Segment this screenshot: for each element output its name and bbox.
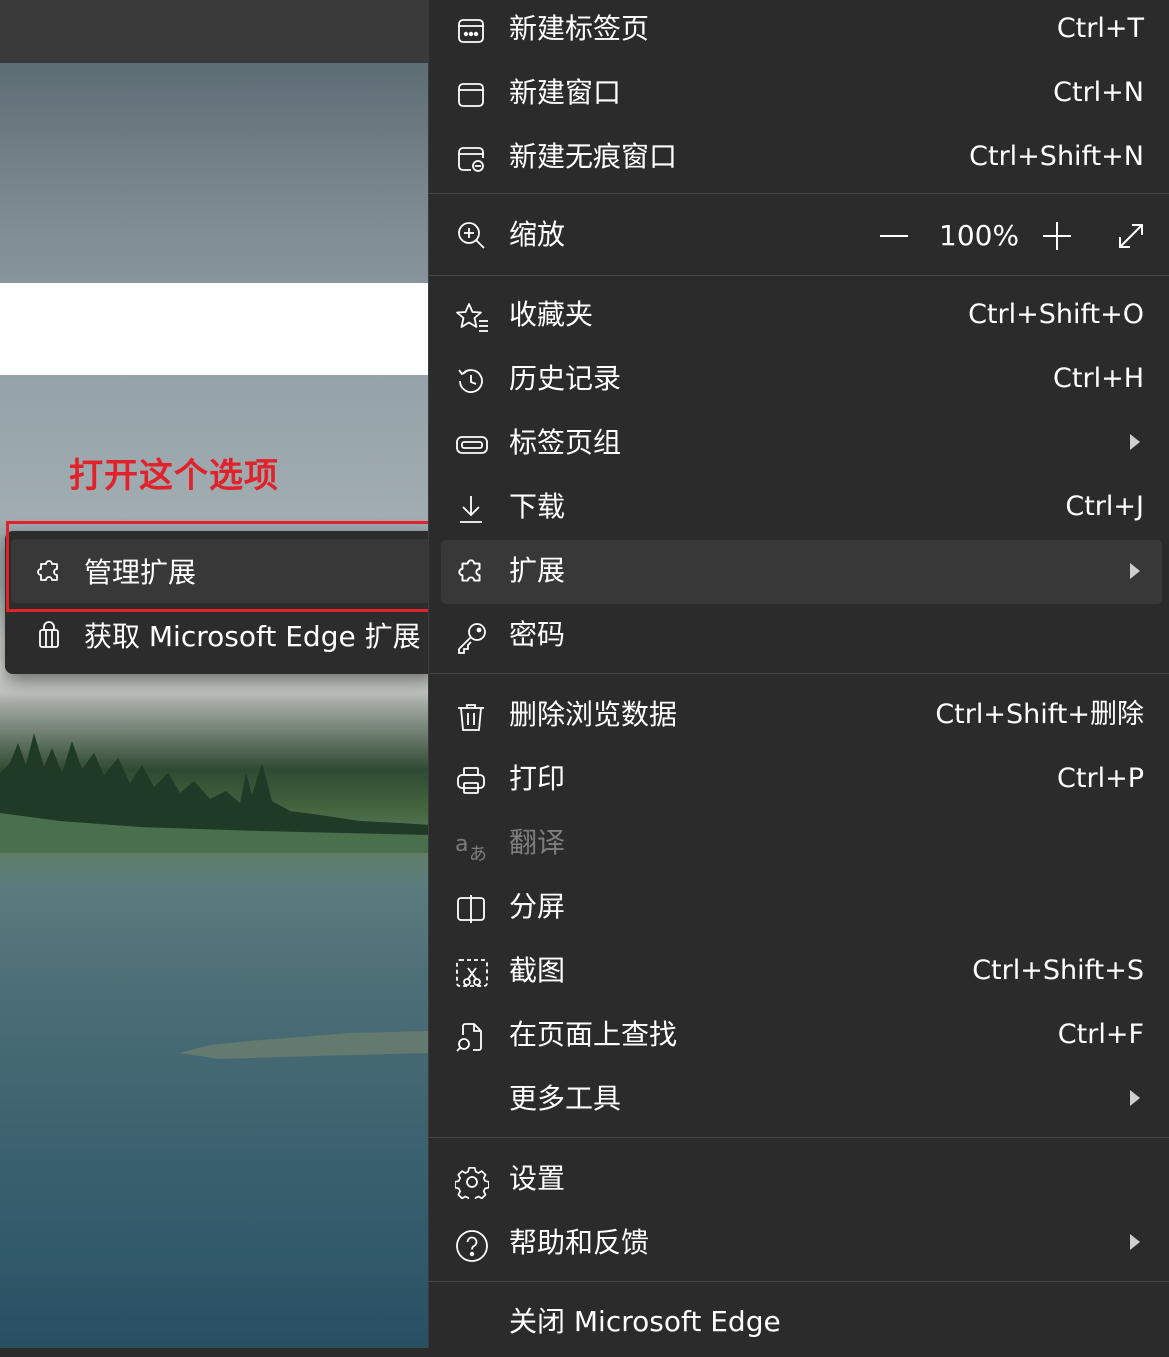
translate-label: 翻译	[509, 826, 566, 859]
puzzle-icon	[455, 555, 489, 589]
history-label: 历史记录	[509, 362, 622, 395]
browser-titlebar	[0, 0, 430, 63]
reed-island	[180, 1031, 430, 1059]
settings-label: 设置	[509, 1162, 566, 1195]
zoom-value: 100%	[939, 219, 1020, 252]
history-shortcut: Ctrl+H	[1053, 363, 1144, 394]
find-on-page-icon	[455, 1021, 489, 1055]
split-screen-label: 分屏	[509, 890, 566, 923]
menu-item-history[interactable]: 历史记录 Ctrl+H	[429, 350, 1169, 414]
get-extensions-label: 获取 Microsoft Edge 扩展	[84, 620, 421, 653]
help-label: 帮助和反馈	[509, 1226, 650, 1259]
screenshot-shortcut: Ctrl+Shift+S	[972, 955, 1144, 986]
new-inprivate-shortcut: Ctrl+Shift+N	[969, 141, 1144, 172]
gear-icon	[455, 1165, 489, 1199]
zoom-label: 缩放	[509, 218, 566, 251]
downloads-shortcut: Ctrl+J	[1065, 491, 1144, 522]
menu-item-favorites[interactable]: 收藏夹 Ctrl+Shift+O	[429, 286, 1169, 350]
print-shortcut: Ctrl+P	[1057, 763, 1144, 794]
tab-groups-icon	[455, 429, 489, 463]
menu-separator	[429, 1281, 1169, 1282]
menu-item-new-inprivate[interactable]: 新建无痕窗口 Ctrl+Shift+N	[429, 128, 1169, 192]
extensions-label: 扩展	[509, 554, 566, 587]
new-tab-label: 新建标签页	[509, 12, 650, 45]
menu-item-extensions[interactable]: 扩展	[429, 540, 1169, 604]
menu-item-close-edge[interactable]: 关闭 Microsoft Edge	[429, 1293, 1169, 1357]
menu-item-zoom: 缩放 100%	[429, 204, 1169, 268]
chevron-right-icon	[1130, 1234, 1140, 1250]
svg-text:a: a	[455, 832, 468, 857]
tree-line	[0, 733, 430, 853]
new-window-label: 新建窗口	[509, 76, 622, 109]
history-icon	[455, 365, 489, 399]
clear-data-shortcut: Ctrl+Shift+删除	[935, 699, 1144, 730]
get-extensions-item[interactable]: 获取 Microsoft Edge 扩展	[5, 603, 437, 667]
favorites-label: 收藏夹	[509, 298, 594, 331]
menu-item-tab-groups[interactable]: 标签页组	[429, 414, 1169, 478]
menu-item-clear-data[interactable]: 删除浏览数据 Ctrl+Shift+删除	[429, 686, 1169, 750]
favorites-star-icon	[455, 301, 489, 335]
menu-separator	[429, 673, 1169, 674]
trash-icon	[455, 701, 489, 735]
screenshot-scissors-icon	[455, 957, 489, 991]
menu-item-screenshot[interactable]: 截图 Ctrl+Shift+S	[429, 942, 1169, 1006]
zoom-out-button[interactable]	[879, 204, 909, 268]
shopping-bag-icon	[33, 619, 65, 651]
screenshot-label: 截图	[509, 954, 566, 987]
find-label: 在页面上查找	[509, 1018, 678, 1051]
annotation-label: 打开这个选项	[69, 456, 279, 496]
menu-item-new-window[interactable]: 新建窗口 Ctrl+N	[429, 64, 1169, 128]
zoom-icon	[455, 219, 489, 253]
annotation-highlight-box	[6, 521, 433, 612]
zoom-in-button[interactable]	[1041, 204, 1075, 268]
menu-separator	[429, 193, 1169, 194]
more-tools-label: 更多工具	[509, 1082, 622, 1115]
translate-icon: a あ	[455, 829, 489, 863]
printer-icon	[455, 765, 489, 799]
chevron-right-icon	[1130, 434, 1140, 450]
split-screen-icon	[455, 893, 489, 927]
svg-text:あ: あ	[469, 844, 487, 863]
clear-data-label: 删除浏览数据	[509, 698, 678, 731]
menu-item-translate: a あ 翻译	[429, 814, 1169, 878]
inprivate-window-icon	[455, 143, 489, 177]
download-icon	[455, 493, 489, 527]
menu-item-new-tab[interactable]: 新建标签页 Ctrl+T	[429, 0, 1169, 64]
tab-groups-label: 标签页组	[509, 426, 622, 459]
edge-settings-menu: 新建标签页 Ctrl+T 新建窗口 Ctrl+N 新建无痕窗口 Ctrl+Shi…	[428, 0, 1169, 1348]
menu-item-split-screen[interactable]: 分屏	[429, 878, 1169, 942]
find-shortcut: Ctrl+F	[1057, 1019, 1144, 1050]
favorites-shortcut: Ctrl+Shift+O	[968, 299, 1144, 330]
close-edge-label: 关闭 Microsoft Edge	[509, 1305, 781, 1338]
new-tab-shortcut: Ctrl+T	[1056, 13, 1144, 44]
print-label: 打印	[509, 762, 566, 795]
menu-item-downloads[interactable]: 下载 Ctrl+J	[429, 478, 1169, 542]
key-icon	[455, 621, 489, 655]
menu-item-more-tools[interactable]: 更多工具	[429, 1070, 1169, 1134]
menu-item-passwords[interactable]: 密码	[429, 606, 1169, 670]
menu-separator	[429, 275, 1169, 276]
address-bar-area	[0, 283, 428, 375]
menu-item-find[interactable]: 在页面上查找 Ctrl+F	[429, 1006, 1169, 1070]
menu-separator	[429, 1137, 1169, 1138]
new-window-icon	[455, 79, 489, 113]
chevron-right-icon	[1130, 563, 1140, 579]
passwords-label: 密码	[509, 618, 566, 651]
menu-item-settings[interactable]: 设置	[429, 1150, 1169, 1214]
new-window-shortcut: Ctrl+N	[1053, 77, 1144, 108]
new-inprivate-label: 新建无痕窗口	[509, 140, 678, 173]
chevron-right-icon	[1130, 1090, 1140, 1106]
menu-item-print[interactable]: 打印 Ctrl+P	[429, 750, 1169, 814]
new-tab-icon	[455, 15, 489, 49]
background-wallpaper	[0, 63, 430, 1348]
menu-item-help[interactable]: 帮助和反馈	[429, 1214, 1169, 1278]
downloads-label: 下载	[509, 490, 566, 523]
fullscreen-icon[interactable]	[1117, 204, 1147, 268]
help-icon	[455, 1229, 489, 1263]
